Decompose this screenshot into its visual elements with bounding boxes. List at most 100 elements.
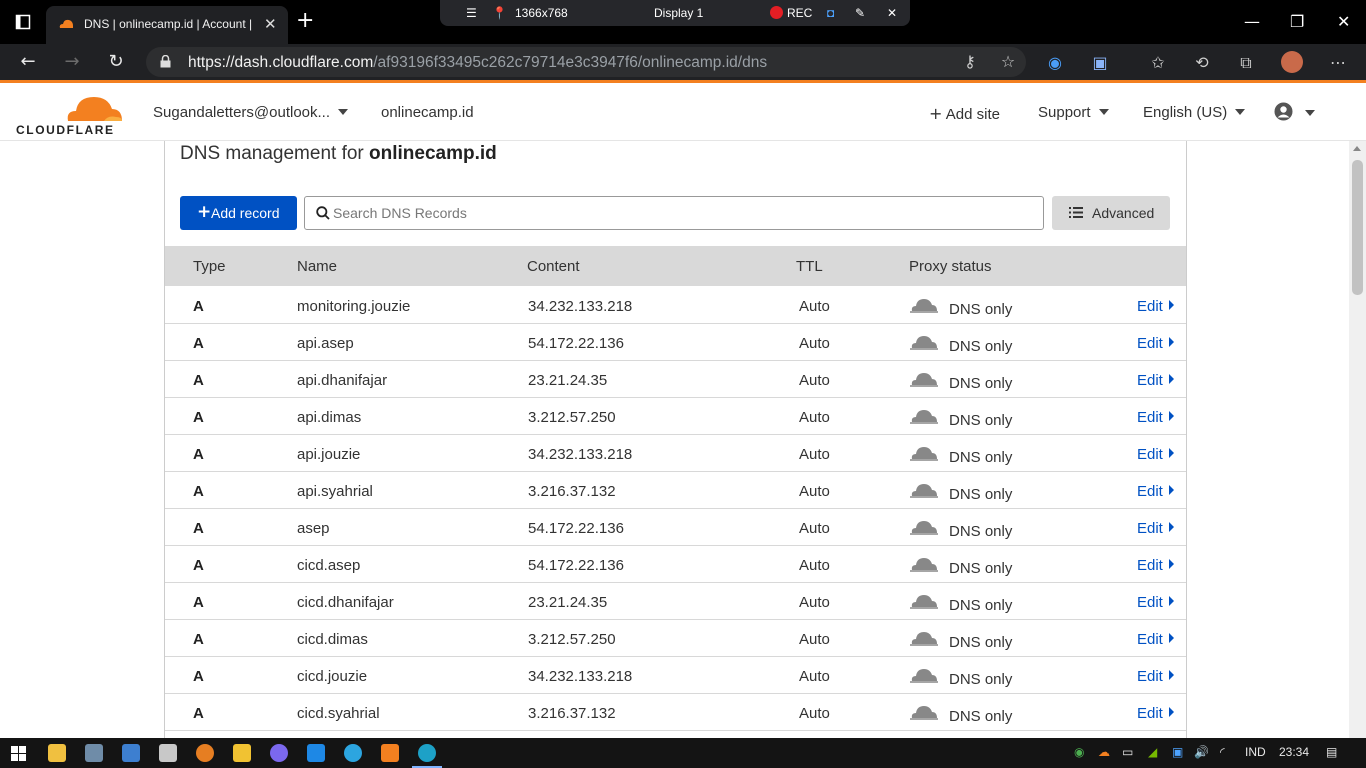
table-row[interactable]: Aapi.dhanifajar 23.21.24.35 Auto DNS only Ed… [165,361,1186,398]
edit-link[interactable]: Edit [1137,483,1174,500]
table-row[interactable]: Acicd.syahrial 3.216.37.132 Auto DNS only Ed… [165,694,1186,731]
table-row[interactable]: Aasep 54.172.22.136 Auto DNS only Edit [165,509,1186,546]
back-icon[interactable]: ← [16,50,40,74]
rec-label[interactable]: REC [787,6,812,20]
edge-icon[interactable] [418,744,436,762]
tray-app-icon[interactable]: ▣ [1172,745,1183,759]
tray-record-icon[interactable]: ◉ [1074,745,1084,759]
record-ttl: Auto [799,409,830,426]
header-type[interactable]: Type [193,258,226,275]
edit-link[interactable]: Edit [1137,372,1174,389]
tray-device-icon[interactable]: ▭ [1122,745,1133,759]
git-icon[interactable] [233,744,251,762]
edit-link[interactable]: Edit [1137,557,1174,574]
app-icon[interactable] [122,744,140,762]
menu-icon[interactable]: ☰ [466,6,477,20]
extension-search-icon[interactable]: ◉ [1045,53,1065,73]
github-icon[interactable] [270,744,288,762]
tray-cloud-icon[interactable]: ☁ [1098,745,1110,759]
address-bar-row: ← → ↻ https://dash.cloudflare.com/af9319… [0,44,1366,80]
user-menu[interactable] [1274,102,1315,122]
support-dropdown[interactable]: Support [1038,104,1109,121]
edit-link[interactable]: Edit [1137,335,1174,352]
favorites-icon[interactable]: ✩ [1148,53,1168,73]
more-menu-icon[interactable]: ⋯ [1328,53,1348,73]
header-content[interactable]: Content [527,258,580,275]
minimize-icon[interactable]: — [1244,12,1260,31]
scrollbar-thumb[interactable] [1352,160,1363,295]
key-icon[interactable]: ⚷ [960,52,980,72]
restore-icon[interactable]: ❐ [1290,12,1304,31]
camera-icon[interactable]: ◘ [827,6,834,20]
forward-icon[interactable]: → [60,50,84,74]
tray-nvidia-icon[interactable]: ◢ [1148,745,1157,759]
volume-icon[interactable]: 🔊 [1194,745,1209,759]
app-icon[interactable] [196,744,214,762]
app-icon[interactable] [85,744,103,762]
add-favorite-icon[interactable]: ☆ [998,52,1018,72]
url-field[interactable]: https://dash.cloudflare.com/af93196f3349… [146,47,1026,77]
cloudflare-logo[interactable]: CLOUDFLARE [16,91,126,137]
table-row[interactable]: Aapi.asep 54.172.22.136 Auto DNS only Edit [165,324,1186,361]
edit-link[interactable]: Edit [1137,705,1174,722]
edit-link[interactable]: Edit [1137,409,1174,426]
edit-link[interactable]: Edit [1137,446,1174,463]
input-language[interactable]: IND [1245,745,1266,759]
edit-link[interactable]: Edit [1137,594,1174,611]
vscode-icon[interactable] [307,744,325,762]
table-row[interactable]: Amonitoring.jouzie 34.232.133.218 Auto DNS … [165,287,1186,324]
record-proxy-status: DNS only [949,634,1013,651]
advanced-button[interactable]: Advanced [1052,196,1170,230]
windows-start-icon[interactable] [11,746,26,761]
tab-close-icon[interactable]: ✕ [264,15,277,33]
telegram-icon[interactable] [344,744,362,762]
wifi-icon[interactable]: ◜ [1220,745,1225,759]
table-row[interactable]: Acicd.dhanifajar 23.21.24.35 Auto DNS only E… [165,583,1186,620]
pin-icon[interactable]: 📍 [492,6,507,20]
edit-link[interactable]: Edit [1137,520,1174,537]
table-row[interactable]: Acicd.asep 54.172.22.136 Auto DNS only Edit [165,546,1186,583]
edit-link[interactable]: Edit [1137,298,1174,315]
add-record-button[interactable]: + Add record [180,196,297,230]
extension-screen-icon[interactable]: ▣ [1090,53,1110,73]
search-icon [316,206,330,220]
record-dot-icon [770,6,783,19]
window-close-icon[interactable]: ✕ [1337,12,1350,31]
header-ttl[interactable]: TTL [796,258,823,275]
caret-right-icon [1168,596,1174,606]
language-dropdown[interactable]: English (US) [1143,104,1246,121]
recorder-close-icon[interactable]: ✕ [887,6,897,20]
pen-icon[interactable]: ✎ [855,6,865,20]
cloudflare-icon[interactable] [381,744,399,762]
notifications-icon[interactable]: ▤ [1326,745,1337,759]
recorder-display[interactable]: Display 1 [654,6,703,20]
zone-link[interactable]: onlinecamp.id [381,104,474,121]
table-row[interactable]: Aapi.jouzie 34.232.133.218 Auto DNS only Edi… [165,435,1186,472]
tab-actions-icon[interactable] [14,14,32,30]
browser-tab-active[interactable]: DNS | onlinecamp.id | Account | C ✕ [46,6,288,44]
new-tab-icon[interactable]: + [296,10,314,32]
profile-avatar[interactable] [1281,51,1303,73]
table-row[interactable]: Acicd.jouzie 34.232.133.218 Auto DNS only Ed… [165,657,1186,694]
file-explorer-icon[interactable] [48,744,66,762]
record-name: monitoring.jouzie [297,298,411,315]
app-icon[interactable] [159,744,177,762]
collections-icon[interactable]: ⧉ [1236,53,1256,73]
add-site-button[interactable]: + Add site [929,104,1000,123]
record-proxy-status: DNS only [949,597,1013,614]
record-proxy-status: DNS only [949,412,1013,429]
history-icon[interactable]: ⟲ [1192,53,1212,73]
clock[interactable]: 23:34 [1279,745,1309,759]
header-name[interactable]: Name [297,258,337,275]
table-row[interactable]: Aapi.dimas 3.212.57.250 Auto DNS only Edit [165,398,1186,435]
search-input[interactable] [333,201,1033,225]
record-ttl: Auto [799,483,830,500]
scroll-up-icon[interactable] [1353,146,1361,151]
table-row[interactable]: Aapi.syahrial 3.216.37.132 Auto DNS only Edi… [165,472,1186,509]
edit-link[interactable]: Edit [1137,631,1174,648]
edit-link[interactable]: Edit [1137,668,1174,685]
account-dropdown[interactable]: Sugandaletters@outlook... [153,104,349,121]
header-proxy-status[interactable]: Proxy status [909,258,992,275]
refresh-icon[interactable]: ↻ [104,50,128,74]
table-row[interactable]: Acicd.dimas 3.212.57.250 Auto DNS only Edit [165,620,1186,657]
